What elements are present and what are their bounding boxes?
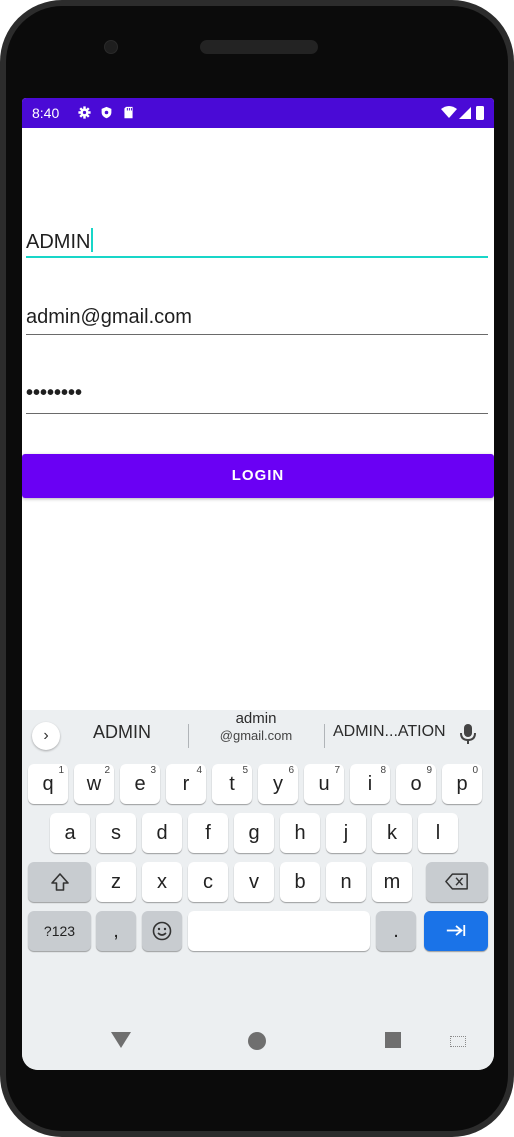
email-field-underline [26,334,488,335]
key-v[interactable]: v [234,862,274,902]
signal-icon [459,107,471,119]
key-c[interactable]: c [188,862,228,902]
key-hint: 3 [150,765,156,776]
backspace-key[interactable] [426,862,488,902]
enter-key[interactable] [424,911,488,951]
key-k[interactable]: k [372,813,412,853]
key-hint: 1 [58,765,64,776]
comma-key[interactable]: , [96,911,136,951]
key-u[interactable]: u7 [304,764,344,804]
key-s[interactable]: s [96,813,136,853]
key-l[interactable]: l [418,813,458,853]
key-f[interactable]: f [188,813,228,853]
symbols-key[interactable]: ?123 [28,911,91,951]
shield-icon [101,106,112,119]
key-m[interactable]: m [372,862,412,902]
name-field-text: ADMIN [26,228,94,254]
sd-card-icon [124,106,133,119]
soft-keyboard: › ADMIN admin @gmail.com ADMIN...ATION q… [22,710,494,1014]
key-label: o [410,773,422,795]
status-bar: 8:40 [22,98,494,128]
key-hint: 8 [380,765,386,776]
period-key[interactable]: . [376,911,416,951]
space-key[interactable] [188,911,370,951]
key-o[interactable]: o9 [396,764,436,804]
key-label: q [42,773,54,795]
name-field-value: ADMIN [26,231,91,253]
tab-next-icon [446,925,466,936]
suggestion-email-top: admin [235,710,277,727]
home-icon[interactable] [248,1032,266,1050]
status-time: 8:40 [32,105,60,121]
recents-icon[interactable] [385,1032,401,1048]
key-hint: 7 [334,765,340,776]
keyboard-switch-icon[interactable] [450,1036,466,1047]
key-hint: 4 [196,765,202,776]
key-hint: 2 [104,765,110,776]
password-field-value: •••••••• [26,382,83,404]
name-field[interactable]: ADMIN [26,222,488,258]
email-field-value: admin@gmail.com [26,306,192,328]
key-label: i [367,773,373,795]
key-q[interactable]: q1 [28,764,68,804]
suggestion-divider [188,724,189,748]
key-e[interactable]: e3 [120,764,160,804]
key-y[interactable]: y6 [258,764,298,804]
suggestion-email-bottom: @gmail.com [219,728,293,743]
key-a[interactable]: a [50,813,90,853]
suggestion-bar: › ADMIN admin @gmail.com ADMIN...ATION [22,710,494,756]
login-button[interactable]: LOGIN [22,454,494,498]
shift-key[interactable] [28,862,91,902]
status-right-icons [441,106,484,120]
key-r[interactable]: r4 [166,764,206,804]
key-label: u [318,773,330,795]
key-hint: 5 [242,765,248,776]
suggestion-email[interactable]: admin @gmail.com [208,710,304,744]
settings-icon [78,106,91,119]
battery-icon [476,106,484,120]
front-camera [104,40,118,54]
wifi-icon [441,106,457,118]
emoji-key[interactable] [142,911,182,951]
phone-device: 8:40 ADMIN admin@gmail.com •••••••• LOGI… [0,0,514,1137]
suggestion-admin-ation[interactable]: ADMIN...ATION [333,723,446,741]
key-label: t [229,773,235,795]
key-label: y [273,773,283,795]
key-i[interactable]: i8 [350,764,390,804]
earpiece-speaker [200,40,318,54]
key-hint: 6 [288,765,294,776]
key-j[interactable]: j [326,813,366,853]
key-w[interactable]: w2 [74,764,114,804]
back-icon[interactable] [111,1032,131,1048]
key-n[interactable]: n [326,862,366,902]
emoji-icon [152,921,172,941]
email-field[interactable]: admin@gmail.com [26,300,488,336]
backspace-icon [445,873,468,890]
shift-icon [50,873,69,891]
name-field-underline [26,256,488,258]
navigation-bar [22,1014,494,1070]
mic-icon[interactable] [459,723,477,745]
suggestion-admin[interactable]: ADMIN [93,722,151,743]
key-label: w [86,773,102,795]
key-t[interactable]: t5 [212,764,252,804]
key-hint: 9 [426,765,432,776]
key-p[interactable]: p0 [442,764,482,804]
key-b[interactable]: b [280,862,320,902]
text-cursor [91,228,94,252]
password-field-underline [26,413,488,414]
chevron-right-icon[interactable]: › [32,722,60,750]
suggestion-divider [324,724,325,748]
key-x[interactable]: x [142,862,182,902]
key-label: r [182,773,190,795]
key-h[interactable]: h [280,813,320,853]
key-g[interactable]: g [234,813,274,853]
key-d[interactable]: d [142,813,182,853]
key-hint: 0 [472,765,478,776]
key-label: p [456,773,468,795]
password-field[interactable]: •••••••• [26,378,488,414]
key-z[interactable]: z [96,862,136,902]
key-label: e [134,773,146,795]
screen: 8:40 ADMIN admin@gmail.com •••••••• LOGI… [22,98,494,1070]
